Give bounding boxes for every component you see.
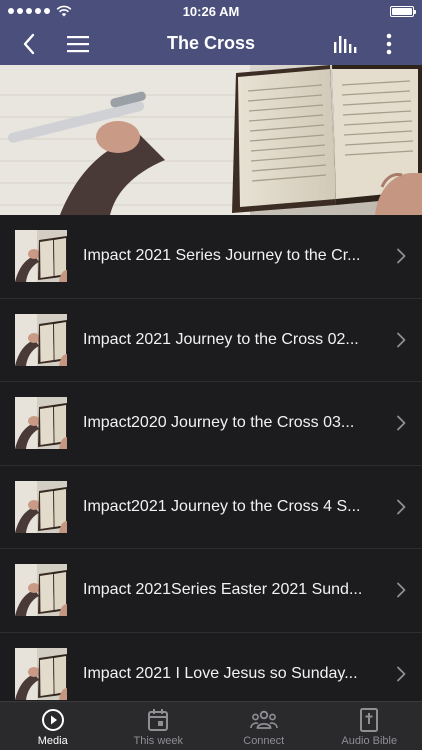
tab-connect[interactable]: Connect <box>211 702 317 750</box>
list-item[interactable]: Impact 2021 I Love Jesus so Sunday... <box>0 633 422 702</box>
more-vertical-icon <box>386 33 392 54</box>
tab-this-week[interactable]: This week <box>106 702 212 750</box>
bible-icon <box>360 708 379 732</box>
chevron-right <box>396 582 406 603</box>
item-title: Impact 2021 Series Journey to the Cr... <box>83 247 361 265</box>
tab-label: This week <box>133 735 184 747</box>
chevron-right-icon <box>397 248 406 264</box>
item-title: Impact 2021Series Easter 2021 Sund... <box>83 581 363 599</box>
status-bar: 10:26 AM <box>0 0 422 22</box>
chevron-right-icon <box>397 499 406 515</box>
item-thumbnail <box>15 230 67 283</box>
item-title: Impact 2021 I Love Jesus so Sunday... <box>83 664 358 682</box>
item-thumbnail <box>15 397 67 450</box>
nav-bar: The Cross <box>0 22 422 65</box>
chevron-right-icon <box>397 332 406 348</box>
audio-button[interactable] <box>328 22 362 65</box>
signal-strength-icon <box>8 8 50 14</box>
list-item[interactable]: Impact2021 Journey to the Cross 4 S... <box>0 466 422 549</box>
tab-bar: Media This week Connect Audio Bible <box>0 701 422 750</box>
chevron-right-icon <box>397 666 406 682</box>
item-thumbnail <box>15 564 67 617</box>
item-thumbnail <box>15 480 67 533</box>
calendar-icon <box>148 709 169 731</box>
tab-audio-bible[interactable]: Audio Bible <box>317 702 422 750</box>
item-thumbnail <box>15 313 67 366</box>
chevron-right-icon <box>397 582 406 598</box>
item-thumbnail <box>15 647 67 700</box>
battery-icon <box>390 5 416 17</box>
item-title: Impact 2021 Journey to the Cross 02... <box>83 330 359 348</box>
tab-label: Media <box>37 735 68 747</box>
more-button[interactable] <box>376 22 402 65</box>
chevron-left-icon <box>23 33 35 54</box>
list-item[interactable]: Impact 2021Series Easter 2021 Sund... <box>0 549 422 633</box>
equalizer-icon <box>334 35 357 53</box>
hamburger-menu-icon <box>67 35 89 52</box>
signal-and-wifi <box>8 5 72 17</box>
play-circle-icon <box>41 709 64 731</box>
notebook-and-bible-photo <box>0 65 422 215</box>
list-item[interactable]: Impact 2021 Journey to the Cross 02... <box>0 299 422 382</box>
tab-label: Connect <box>243 735 285 747</box>
chevron-right <box>396 415 406 436</box>
chevron-right <box>396 499 406 520</box>
item-title: Impact2021 Journey to the Cross 4 S... <box>83 497 361 515</box>
tab-label: Audio Bible <box>341 735 398 747</box>
tab-media[interactable]: Media <box>0 702 106 750</box>
chevron-right <box>396 666 406 687</box>
list-item[interactable]: Impact 2021 Series Journey to the Cr... <box>0 215 422 299</box>
wifi-icon <box>56 5 72 17</box>
chevron-right-icon <box>397 415 406 431</box>
media-list: Impact 2021 Series Journey to the Cr... … <box>0 215 422 701</box>
people-group-icon <box>249 710 278 729</box>
hero-image <box>0 65 422 215</box>
menu-button[interactable] <box>62 22 94 65</box>
chevron-right <box>396 332 406 353</box>
list-item[interactable]: Impact2020 Journey to the Cross 03... <box>0 382 422 466</box>
back-button[interactable] <box>14 22 44 65</box>
chevron-right <box>396 248 406 269</box>
item-title: Impact2020 Journey to the Cross 03... <box>83 414 355 432</box>
